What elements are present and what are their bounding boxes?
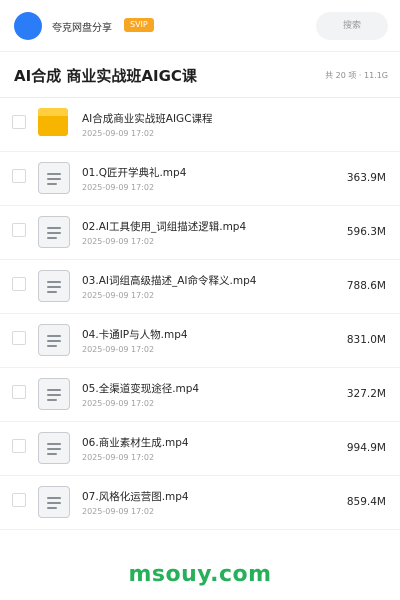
share-username: 夸克网盘分享 xyxy=(52,23,112,34)
item-date: 2025-09-09 17:02 xyxy=(82,237,155,246)
list-item[interactable]: 07.风格化运营图.mp4 2025-09-09 17:02 859.4M xyxy=(0,476,400,530)
item-size: 327.2M xyxy=(346,388,386,400)
item-size: 363.9M xyxy=(346,172,386,184)
watermark: msouy.com xyxy=(128,562,272,587)
item-checkbox[interactable] xyxy=(12,115,26,129)
item-size: 788.6M xyxy=(346,280,386,292)
item-name: 03.AI词组高级描述_AI命令释义.mp4 xyxy=(82,275,257,287)
folder-header: AI合成 商业实战班AIGC课 共 20 项 · 11.1G xyxy=(0,52,400,98)
item-name: 05.全渠道变现途径.mp4 xyxy=(82,383,200,395)
video-file-icon xyxy=(38,216,70,248)
list-item[interactable]: AI合成商业实战班AIGC课程 2025-09-09 17:02 xyxy=(0,98,400,152)
item-checkbox[interactable] xyxy=(12,277,26,291)
list-item[interactable]: 06.商业素材生成.mp4 2025-09-09 17:02 994.9M xyxy=(0,422,400,476)
video-file-icon xyxy=(38,432,70,464)
video-file-icon xyxy=(38,270,70,302)
item-size: 831.0M xyxy=(346,334,386,346)
item-checkbox[interactable] xyxy=(12,223,26,237)
item-date: 2025-09-09 17:02 xyxy=(82,453,155,462)
item-checkbox[interactable] xyxy=(12,439,26,453)
item-size: 994.9M xyxy=(346,442,386,454)
item-checkbox[interactable] xyxy=(12,169,26,183)
video-file-icon xyxy=(38,162,70,194)
item-name: AI合成商业实战班AIGC课程 xyxy=(82,113,213,125)
video-file-icon xyxy=(38,324,70,356)
list-item[interactable]: 04.卡通IP与人物.mp4 2025-09-09 17:02 831.0M xyxy=(0,314,400,368)
item-name: 07.风格化运营图.mp4 xyxy=(82,491,189,503)
item-date: 2025-09-09 17:02 xyxy=(82,129,155,138)
avatar[interactable] xyxy=(14,12,42,40)
item-checkbox[interactable] xyxy=(12,385,26,399)
search-input[interactable]: 搜索 xyxy=(316,12,388,40)
folder-icon xyxy=(38,108,70,140)
item-name: 06.商业素材生成.mp4 xyxy=(82,437,189,449)
video-file-icon xyxy=(38,486,70,518)
item-date: 2025-09-09 17:02 xyxy=(82,183,155,192)
item-name: 02.AI工具使用_词组描述逻辑.mp4 xyxy=(82,221,247,233)
item-date: 2025-09-09 17:02 xyxy=(82,507,155,516)
item-name: 04.卡通IP与人物.mp4 xyxy=(82,329,188,341)
video-file-icon xyxy=(38,378,70,410)
item-date: 2025-09-09 17:02 xyxy=(82,345,155,354)
item-size: 859.4M xyxy=(346,496,386,508)
item-date: 2025-09-09 17:02 xyxy=(82,291,155,300)
file-list: AI合成商业实战班AIGC课程 2025-09-09 17:02 01.Q匠开学… xyxy=(0,98,400,530)
page-title: AI合成 商业实战班AIGC课 xyxy=(14,67,197,85)
item-checkbox[interactable] xyxy=(12,493,26,507)
item-checkbox[interactable] xyxy=(12,331,26,345)
list-item[interactable]: 02.AI工具使用_词组描述逻辑.mp4 2025-09-09 17:02 59… xyxy=(0,206,400,260)
header-bar: 夸克网盘分享 SVIP 搜索 xyxy=(0,0,400,52)
list-item[interactable]: 05.全渠道变现途径.mp4 2025-09-09 17:02 327.2M xyxy=(0,368,400,422)
item-name: 01.Q匠开学典礼.mp4 xyxy=(82,167,187,179)
item-size: 596.3M xyxy=(346,226,386,238)
list-item[interactable]: 01.Q匠开学典礼.mp4 2025-09-09 17:02 363.9M xyxy=(0,152,400,206)
item-date: 2025-09-09 17:02 xyxy=(82,399,155,408)
list-item[interactable]: 03.AI词组高级描述_AI命令释义.mp4 2025-09-09 17:02 … xyxy=(0,260,400,314)
svip-badge: SVIP xyxy=(124,18,154,32)
folder-meta: 共 20 项 · 11.1G xyxy=(325,71,388,80)
